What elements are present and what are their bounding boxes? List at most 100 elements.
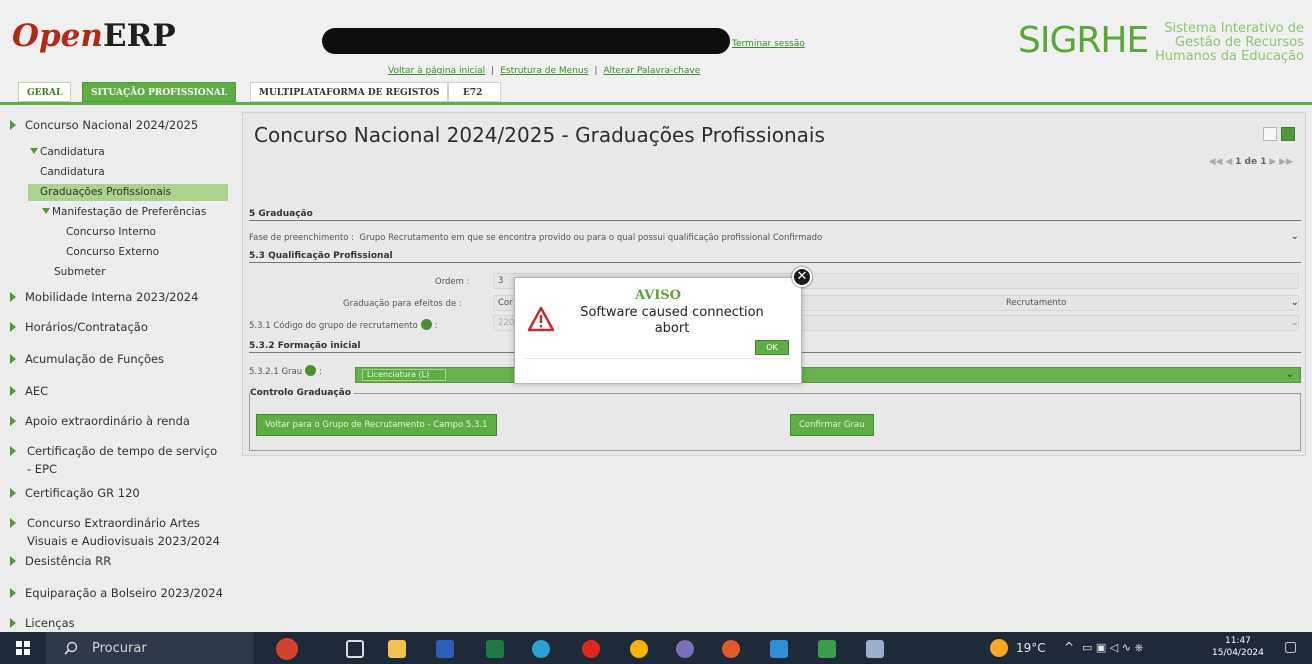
sidebar-item-concurso-extraordinario[interactable]: Concurso Extraordinário Artes Visuais e … [10,514,220,550]
sidebar-item-desistencia[interactable]: Desistência RR [10,554,111,568]
tab-divider [0,102,1312,105]
sidebar-item-equiparacao[interactable]: Equiparação a Bolseiro 2023/2024 [10,586,223,600]
fase-dropdown-chevron-icon[interactable]: ⌄ [1291,231,1299,242]
expand-icon [10,322,16,332]
prev-page-icon[interactable]: ◀ [1225,157,1232,167]
file-explorer-icon[interactable] [388,640,406,658]
fase-row: Fase de preenchimento : Grupo Recrutamen… [249,233,823,243]
last-page-icon[interactable]: ▶▶ [1279,157,1293,167]
pager: ◀◀ ◀ 1 de 1 ▶ ▶▶ [1208,157,1293,167]
sidebar-item-horarios[interactable]: Horários/Contratação [10,320,148,334]
expand-icon [10,120,16,130]
first-page-icon[interactable]: ◀◀ [1209,157,1223,167]
network-app-icon[interactable] [866,640,884,658]
sidebar: Concurso Nacional 2024/2025 Candidatura … [0,108,234,632]
redacted-username [322,28,730,54]
chrome-icon[interactable] [630,640,648,658]
openerp-logo: OpenERP [12,18,176,54]
expand-icon [10,292,16,302]
sidebar-item-licencas[interactable]: Licenças [10,616,75,630]
controlo-graduacao-fieldset: Controlo Graduação Voltar para o Grupo d… [249,388,1301,451]
sidebar-item-apoio[interactable]: Apoio extraordinário à renda [10,414,190,428]
dialog-message: Software caused connection abort [580,305,764,336]
logout-link[interactable]: Terminar sessão [732,39,805,49]
tab-situacao-profissional[interactable]: SITUAÇÃO PROFISSIONAL [82,82,237,102]
expand-icon [10,386,16,396]
info-icon[interactable] [420,319,432,330]
confirmar-grau-button[interactable]: Confirmar Grau [790,414,874,436]
sidebar-item-candidatura[interactable]: Candidatura [40,166,105,178]
sidebar-item-submeter[interactable]: Submeter [54,266,106,278]
opera-icon[interactable] [582,640,600,658]
dialog-close-icon[interactable]: ✕ [792,267,812,287]
dialog-ok-button[interactable]: OK [755,340,789,355]
expand-icon [10,354,16,364]
warning-dialog: AVISO Software caused connection abort O… [514,277,802,384]
notifications-icon[interactable]: ▢ [1284,639,1297,655]
tray-icons[interactable]: ▭ ▣ ◁ ∿ ⎈ [1082,641,1143,655]
sidebar-item-acumulacao[interactable]: Acumulação de Funções [10,352,164,366]
task-view-icon[interactable] [346,640,364,658]
change-password-link[interactable]: Alterar Palavra-chave [603,66,700,76]
excel-icon[interactable] [486,640,504,658]
header-links: Voltar à página inicial | Estrutura de Men… [388,66,701,76]
next-page-icon[interactable]: ▶ [1269,157,1276,167]
app-icon[interactable] [722,640,740,658]
sidebar-item-manifestacao[interactable]: Manifestação de Preferências [42,206,206,218]
collapse-icon [30,148,38,154]
chrome-active-icon[interactable] [818,640,836,658]
word-icon[interactable] [436,640,454,658]
sidebar-item-concurso-nacional[interactable]: Concurso Nacional 2024/2025 [10,118,198,132]
sidebar-item-concurso-externo[interactable]: Concurso Externo [66,246,159,258]
dialog-divider [525,358,793,359]
tab-multiplataforma[interactable]: MULTIPLATAFORMA DE REGISTOS [250,82,449,102]
weather-temp[interactable]: 19°C [1016,641,1046,655]
page-title: Concurso Nacional 2024/2025 - Graduações… [254,123,825,147]
warning-icon [527,306,555,332]
taskbar-search[interactable]: Procurar [46,632,254,664]
tray-chevron-icon[interactable]: ^ [1064,640,1074,654]
expand-icon [10,446,16,456]
info-icon[interactable] [305,365,317,376]
sidebar-item-concurso-interno[interactable]: Concurso Interno [66,226,156,238]
sidebar-item-aec[interactable]: AEC [10,384,48,398]
sidebar-item-mobilidade[interactable]: Mobilidade Interna 2023/2024 [10,290,198,304]
home-link[interactable]: Voltar à página inicial [388,66,485,76]
graduacao-chevron-icon[interactable]: ⌄ [1291,297,1299,308]
controlo-graduacao-legend: Controlo Graduação [250,388,354,398]
weather-icon [990,639,1008,657]
grau-chevron-icon[interactable]: ⌄ [1286,369,1294,380]
list-view-icon[interactable] [1263,126,1277,141]
sidebar-item-graduacoes[interactable]: Graduações Profissionais [40,186,171,198]
header: OpenERP Terminar sessão Voltar à página … [0,0,1312,105]
expand-icon [10,556,16,566]
expand-icon [10,488,16,498]
voltar-grupo-button[interactable]: Voltar para o Grupo de Recrutamento - Ca… [256,414,497,436]
app-icon[interactable] [676,640,694,658]
grau-select[interactable]: Licenciatura (L) ⌄ [355,367,1301,383]
codigo-chevron-icon[interactable]: ⌄ [1291,317,1299,328]
codigo-row: 5.3.1 Código do grupo de recrutamento: [249,319,438,331]
tab-e72[interactable]: E72 [448,82,502,102]
festive-icon[interactable] [276,638,298,660]
sidebar-item-certificacao-epc[interactable]: Certificação de tempo de serviço - EPC [10,442,220,478]
expand-icon [10,588,16,598]
edge-icon[interactable] [532,640,550,658]
section-53-title: 5.3 Qualificação Profissional [249,251,1301,263]
sidebar-item-candidatura-group[interactable]: Candidatura [30,146,105,158]
clock[interactable]: 11:47 15/04/2024 [1212,635,1264,659]
app-icon[interactable] [770,640,788,658]
menu-structure-link[interactable]: Estrutura de Menus [500,66,588,76]
view-switcher [1259,123,1295,142]
search-icon [64,641,78,655]
search-placeholder: Procurar [92,641,147,656]
expand-icon [10,518,16,528]
sidebar-item-certificacao-gr120[interactable]: Certificação GR 120 [10,486,140,500]
form-view-icon[interactable] [1281,126,1295,141]
ordem-label: Ordem : [435,277,470,287]
windows-start-icon[interactable] [16,641,30,655]
main-tabs: GERAL SITUAÇÃO PROFISSIONAL MULTIPLATAFO… [0,82,1312,104]
sigrhe-logo: SIGRHE [1018,20,1149,61]
sigrhe-subtitle: Sistema Interativo de Gestão de Recursos… [1155,21,1304,64]
tab-geral[interactable]: GERAL [18,82,72,102]
